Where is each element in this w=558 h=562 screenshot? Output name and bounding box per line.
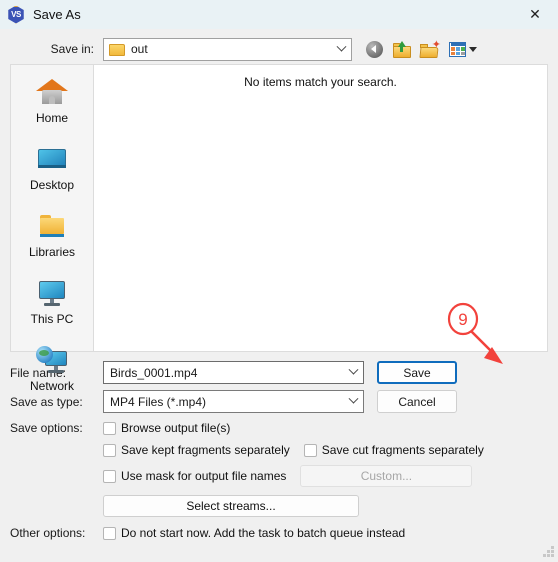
save-as-type-combobox[interactable]: MP4 Files (*.mp4): [103, 390, 364, 413]
select-streams-button[interactable]: Select streams...: [103, 495, 359, 517]
checkbox-save-cut-fragments[interactable]: Save cut fragments separately: [303, 443, 484, 457]
file-name-value: Birds_0001.mp4: [110, 365, 198, 380]
checkbox-label: Save cut fragments separately: [321, 443, 484, 457]
resize-grip[interactable]: [542, 546, 555, 559]
app-icon-text: VS: [11, 10, 21, 19]
checkbox-label: Do not start now. Add the task to batch …: [121, 526, 406, 540]
chevron-down-icon[interactable]: [344, 362, 363, 383]
network-icon: [35, 344, 69, 376]
checkbox-box[interactable]: [303, 443, 317, 457]
save-button[interactable]: Save: [377, 361, 457, 384]
title-bar: VS Save As ✕: [0, 0, 558, 29]
save-options-row-3: Use mask for output file names Custom...: [10, 465, 548, 487]
chevron-down-icon[interactable]: [332, 39, 351, 60]
save-in-value: out: [131, 42, 148, 56]
select-streams-row: Select streams...: [10, 495, 548, 517]
empty-list-message: No items match your search.: [244, 75, 397, 89]
new-folder-icon[interactable]: ✦: [419, 38, 441, 60]
checkbox-label: Use mask for output file names: [121, 469, 287, 483]
file-name-input[interactable]: Birds_0001.mp4: [103, 361, 364, 384]
sidebar-item-label: Desktop: [29, 178, 75, 192]
sidebar-item-libraries[interactable]: Libraries: [16, 208, 88, 261]
save-as-type-value: MP4 Files (*.mp4): [110, 394, 207, 409]
checkbox-save-kept-fragments[interactable]: Save kept fragments separately: [103, 443, 290, 457]
checkbox-label: Save kept fragments separately: [121, 443, 290, 457]
places-sidebar: Home Desktop Libraries This PC Network: [10, 64, 93, 393]
other-options-label: Other options:: [10, 526, 86, 540]
checkbox-box[interactable]: [103, 421, 116, 435]
cancel-button[interactable]: Cancel: [377, 390, 457, 413]
file-list[interactable]: No items match your search.: [93, 64, 548, 352]
up-folder-icon[interactable]: [391, 38, 413, 60]
save-in-combobox[interactable]: out: [103, 37, 352, 61]
checkbox-box[interactable]: [103, 526, 116, 540]
save-options-row-2: Save kept fragments separately Save cut …: [10, 443, 548, 457]
other-options-row: Other options: Do not start now. Add the…: [10, 526, 548, 540]
file-name-row: File name: Birds_0001.mp4 Save: [10, 361, 548, 384]
this-pc-icon: [35, 277, 69, 309]
folder-icon: [109, 43, 125, 56]
save-as-type-label: Save as type:: [10, 394, 83, 409]
sidebar-item-desktop[interactable]: Desktop: [16, 141, 88, 194]
save-options-label: Save options:: [10, 421, 83, 435]
checkbox-use-mask[interactable]: Use mask for output file names: [103, 469, 286, 483]
close-icon[interactable]: ✕: [512, 0, 558, 29]
checkbox-box[interactable]: [103, 469, 116, 483]
save-options-row-1: Save options: Browse output file(s): [10, 421, 548, 435]
browser-area: Home Desktop Libraries This PC Network N…: [10, 64, 548, 393]
window-title: Save As: [33, 7, 81, 22]
save-in-row: Save in: out ✦: [0, 34, 558, 64]
sidebar-item-this-pc[interactable]: This PC: [16, 275, 88, 328]
home-icon: [35, 76, 69, 108]
checkbox-do-not-start-now[interactable]: Do not start now. Add the task to batch …: [103, 526, 405, 540]
save-in-label: Save in:: [50, 42, 94, 56]
sidebar-item-label: This PC: [30, 312, 74, 326]
checkbox-box[interactable]: [103, 443, 116, 457]
navigation-toolbar: ✦: [363, 38, 479, 60]
sidebar-item-label: Network: [29, 379, 74, 393]
caret-down-icon[interactable]: [469, 46, 477, 52]
back-icon[interactable]: [363, 38, 385, 60]
checkbox-browse-output[interactable]: Browse output file(s): [103, 421, 230, 435]
sidebar-item-home[interactable]: Home: [16, 74, 88, 127]
save-as-type-row: Save as type: MP4 Files (*.mp4) Cancel: [10, 390, 548, 413]
sidebar-item-label: Home: [35, 111, 68, 125]
sidebar-item-label: Libraries: [28, 245, 76, 259]
desktop-icon: [35, 143, 69, 175]
chevron-down-icon[interactable]: [344, 391, 363, 412]
libraries-folder-icon: [35, 210, 69, 242]
custom-button: Custom...: [300, 465, 473, 487]
app-icon: VS: [7, 5, 25, 24]
checkbox-label: Browse output file(s): [121, 421, 231, 435]
views-icon[interactable]: [447, 38, 479, 60]
